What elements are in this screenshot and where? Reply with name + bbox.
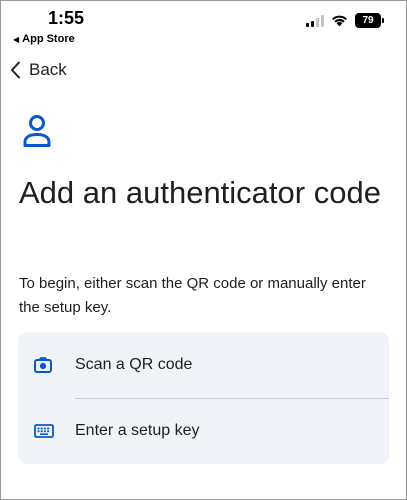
enter-setup-key-label: Enter a setup key	[75, 422, 200, 439]
camera-icon	[34, 357, 52, 373]
enter-setup-key-option[interactable]: Enter a setup key	[18, 398, 389, 464]
back-triangle-icon: ◀	[13, 34, 20, 44]
page-title: Add an authenticator code	[19, 175, 381, 210]
chevron-left-icon	[11, 61, 20, 79]
page-description: To begin, either scan the QR code or man…	[19, 275, 366, 316]
status-time: 1:55	[48, 8, 85, 28]
wifi-icon	[332, 15, 347, 27]
scan-qr-code-label: Scan a QR code	[75, 356, 193, 373]
return-to-app-link[interactable]: ◀ App Store	[13, 33, 75, 45]
battery-level: 79	[362, 15, 374, 26]
cellular-signal-icon	[306, 14, 324, 27]
keyboard-icon	[34, 424, 54, 438]
options-card: Scan a QR code Enter a setup key	[18, 332, 389, 464]
scan-qr-code-option[interactable]: Scan a QR code	[18, 332, 389, 398]
status-indicators: 79	[306, 13, 384, 28]
battery-icon: 79	[355, 13, 384, 28]
person-icon	[23, 115, 51, 147]
return-app-label: App Store	[22, 33, 75, 45]
back-button[interactable]: Back	[10, 60, 67, 80]
back-label: Back	[29, 60, 67, 79]
